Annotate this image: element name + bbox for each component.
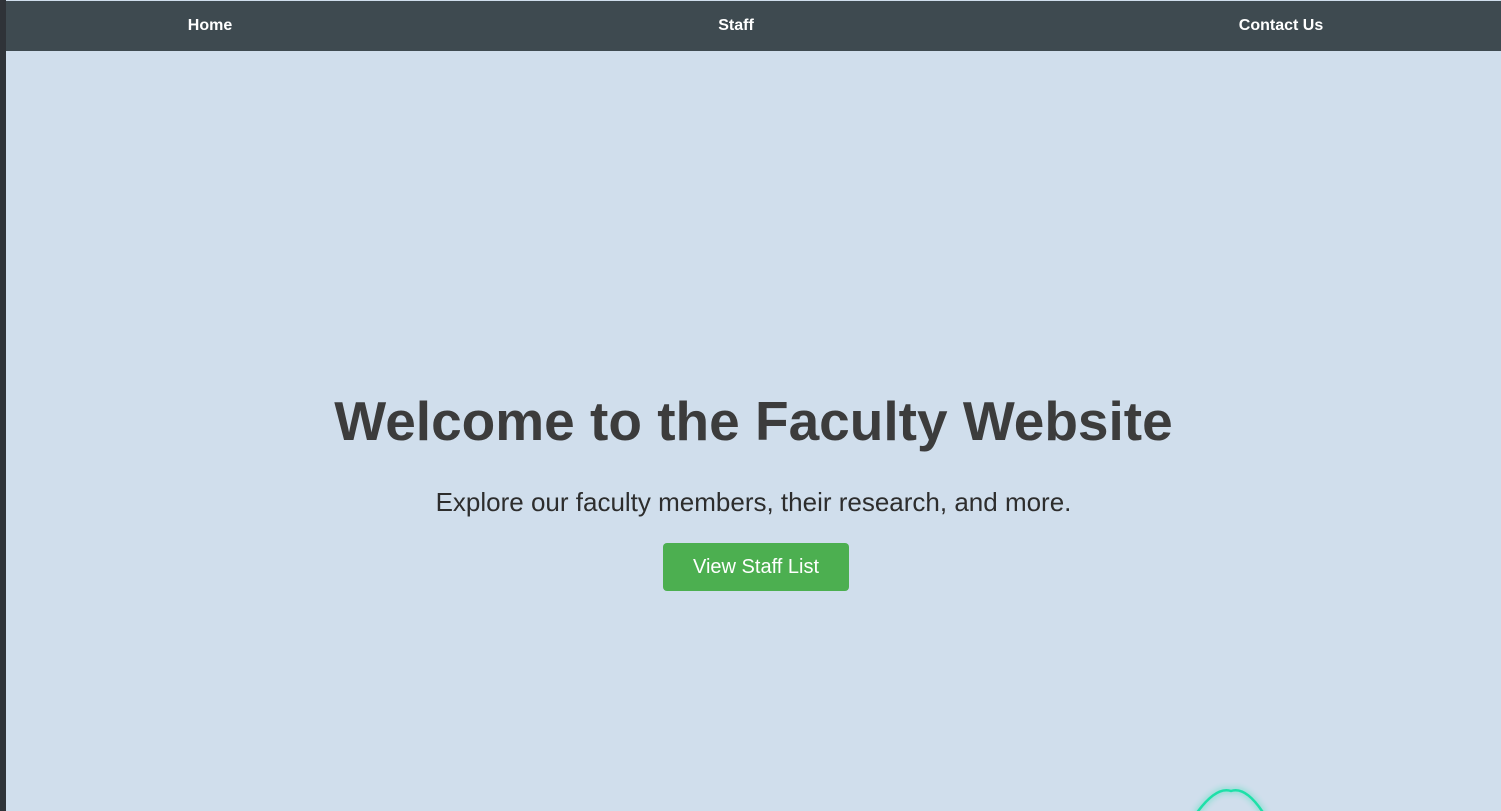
wave-arc-icon[interactable] <box>1186 780 1276 811</box>
nav-link-staff[interactable]: Staff <box>718 1 754 51</box>
hero-title: Welcome to the Faculty Website <box>334 390 1173 452</box>
nav-link-contact-us[interactable]: Contact Us <box>1239 1 1323 51</box>
nav-link-home[interactable]: Home <box>188 1 232 51</box>
view-staff-list-button[interactable]: View Staff List <box>663 543 849 591</box>
top-navbar: Home Staff Contact Us <box>6 1 1501 51</box>
hero-subtitle: Explore our faculty members, their resea… <box>435 487 1072 517</box>
